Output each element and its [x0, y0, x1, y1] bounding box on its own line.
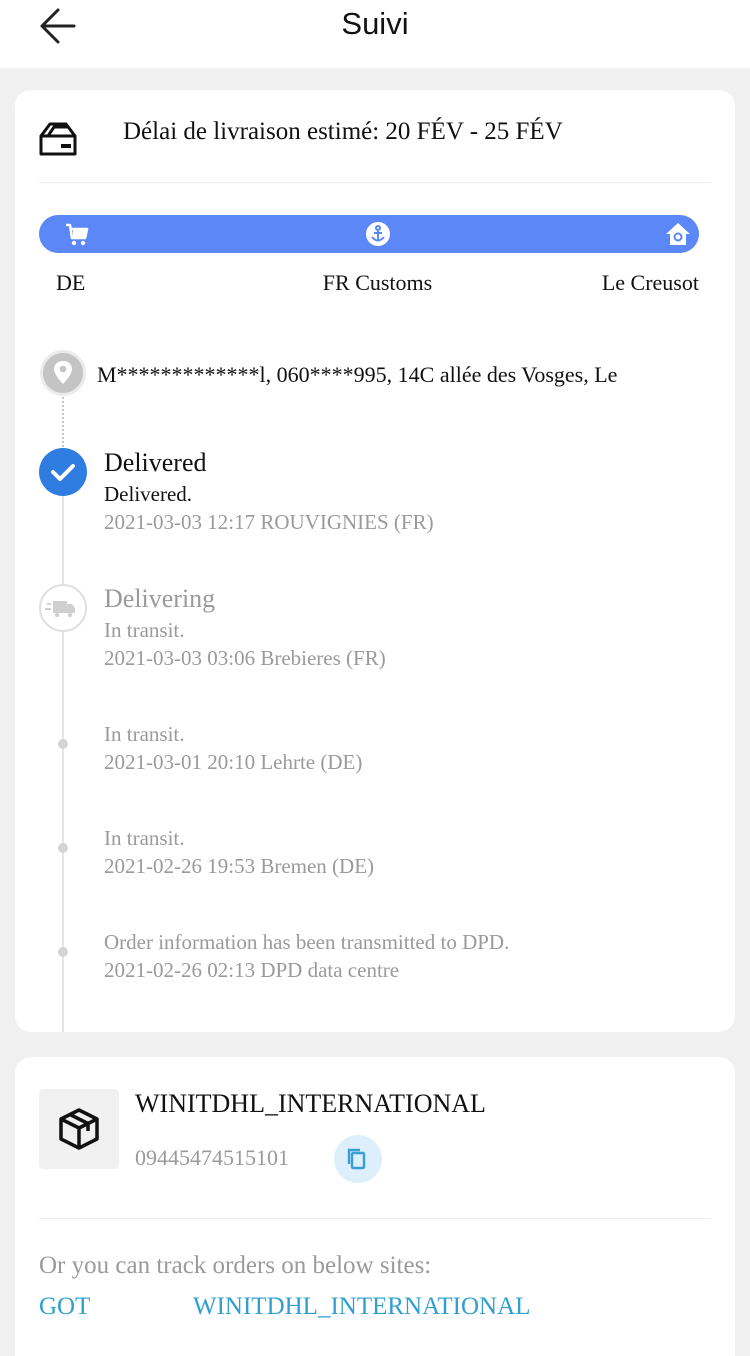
package-icon: [39, 1089, 119, 1169]
cart-icon: [63, 220, 91, 248]
route-stop-destination: Le Creusot: [601, 270, 699, 295]
location-pin-icon: [40, 350, 86, 396]
page-title: Suivi: [341, 6, 409, 41]
event-time-place: 2021-03-03 12:17 ROUVIGNIES (FR): [104, 510, 434, 534]
event-detail: In transit.: [104, 722, 185, 746]
carrier-card: WINITDHL_INTERNATIONAL 09445474515101 Or…: [15, 1057, 735, 1356]
event-time-place: 2021-03-03 03:06 Brebieres (FR): [104, 646, 386, 670]
event-detail: Delivered.: [104, 482, 193, 506]
event-detail: In transit.: [104, 826, 185, 850]
check-icon: [39, 448, 87, 496]
delivery-address: M*************l, 060****995, 14C allée d…: [97, 362, 618, 387]
event-time-place: 2021-03-01 20:10 Lehrte (DE): [104, 750, 363, 774]
carrier-name: WINITDHL_INTERNATIONAL: [135, 1089, 486, 1118]
divider: [39, 182, 711, 183]
truck-icon: [39, 584, 87, 632]
event-status-title: Delivering: [104, 584, 216, 613]
estimated-delivery-text: Délai de livraison estimé: 20 FÉV - 25 F…: [123, 118, 563, 145]
anchor-icon: [364, 220, 392, 248]
home-icon: [664, 220, 692, 248]
timeline-dotted-line: [62, 397, 64, 451]
track-link-got[interactable]: GOT: [39, 1293, 90, 1321]
tracking-card: Délai de livraison estimé: 20 FÉV - 25 F…: [15, 90, 735, 1032]
route-progress-bar: [39, 215, 699, 253]
tracking-number: 09445474515101: [135, 1145, 289, 1170]
timeline-dot: [58, 947, 68, 957]
event-detail: Order information has been transmitted t…: [104, 930, 510, 954]
copy-icon[interactable]: [334, 1135, 382, 1183]
event-status-title: Delivered: [104, 448, 207, 477]
event-time-place: 2021-02-26 02:13 DPD data centre: [104, 958, 400, 982]
delivery-box-icon: [38, 118, 78, 158]
timeline-dot: [58, 843, 68, 853]
top-bar: Suivi: [0, 0, 750, 68]
event-time-place: 2021-02-26 19:53 Bremen (DE): [104, 854, 375, 878]
event-detail: In transit.: [104, 618, 185, 642]
track-link-winitdhl[interactable]: WINITDHL_INTERNATIONAL: [193, 1293, 530, 1321]
divider: [39, 1218, 711, 1219]
track-sites-note: Or you can track orders on below sites:: [39, 1252, 432, 1279]
timeline-dot: [58, 739, 68, 749]
